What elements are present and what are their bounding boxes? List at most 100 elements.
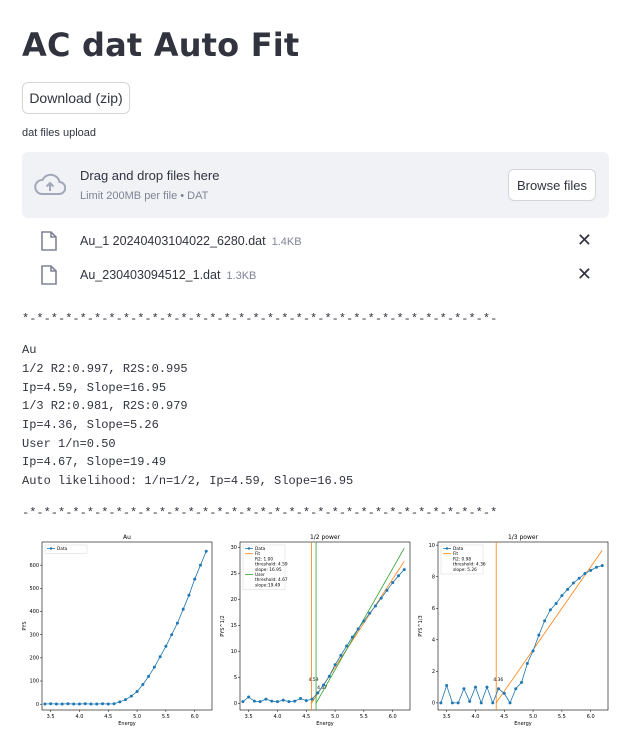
data-point (548, 608, 552, 612)
data-point (594, 565, 598, 569)
data-point (135, 689, 139, 693)
data-point (520, 680, 524, 684)
data-point (198, 563, 202, 567)
remove-file-close-icon[interactable]: ✕ (577, 264, 592, 285)
data-point (187, 593, 191, 597)
file-dropzone[interactable]: Drag and drop files here Limit 200MB per… (22, 152, 609, 218)
legend-entry: Fit (453, 551, 458, 557)
y-tick-label: 4 (432, 638, 435, 644)
x-tick-label: 5.5 (558, 714, 566, 720)
data-point (299, 697, 303, 701)
data-point (316, 691, 320, 695)
result-line-user-ip: Ip=4.67, Slope=19.49 (22, 455, 167, 469)
y-tick-label: 6 (432, 606, 435, 612)
y-tick-label: 0 (234, 701, 237, 707)
plot-au: Au 3.5 4.0 4.5 5.0 5.5 6.0 0 100 200 300 400 500 600 E… (22, 532, 216, 732)
data-point (152, 665, 156, 669)
data-point (129, 694, 133, 698)
plot-au-svg: Au 3.5 4.0 4.5 5.0 5.5 6.0 0 100 200 300 400 500 600 E… (22, 534, 213, 727)
data-series-line (44, 551, 207, 705)
remove-file-close-icon[interactable]: ✕ (577, 230, 592, 251)
threshold-annotation: 4.59 (308, 677, 318, 683)
download-zip-button[interactable]: Download (zip) (22, 82, 130, 114)
data-point (270, 699, 274, 703)
data-point (66, 702, 70, 706)
data-point (252, 699, 256, 703)
x-tick-label: 5.5 (360, 714, 368, 720)
data-point (450, 701, 454, 705)
data-point (439, 701, 443, 705)
data-point (462, 687, 466, 691)
data-point (112, 702, 116, 706)
data-point (345, 644, 349, 648)
data-point (204, 549, 208, 553)
data-point (339, 653, 343, 657)
data-point (175, 621, 179, 625)
data-point (287, 700, 291, 704)
legend-entry: Data (255, 546, 266, 552)
threshold-annotation: 4.36 (493, 677, 503, 683)
legend-entry: slope:19.49 (255, 582, 280, 588)
data-point (491, 701, 495, 705)
y-axis-label: PYS^1/3 (418, 615, 424, 636)
x-tick-label: 5.0 (331, 714, 339, 720)
legend-entry: threshold: 4.36 (453, 562, 486, 568)
data-point (566, 587, 570, 591)
y-tick-label: 100 (29, 679, 39, 685)
data-point (402, 568, 406, 572)
data-point (241, 700, 245, 704)
data-point (589, 568, 593, 572)
chart-title: 1/2 power (310, 534, 341, 541)
data-point (396, 574, 400, 578)
data-point (95, 702, 99, 706)
y-tick-label: 20 (231, 597, 237, 603)
result-line-auto: Auto likelihood: 1/n=1/2, Ip=4.59, Slope… (22, 474, 354, 488)
x-tick-label: 3.5 (245, 714, 253, 720)
y-axis-label: PYS (22, 621, 28, 630)
y-tick-label: 25 (231, 571, 237, 577)
plot-half-power-svg: 1/2 power 3.5 4.0 4.5 5.0 5.5 6.0 0 5 10 15 20 25 30 E… (220, 534, 411, 727)
data-point (543, 619, 547, 623)
x-tick-label: 5.0 (529, 714, 537, 720)
y-tick-label: 0 (432, 701, 435, 707)
legend-entry: slope: 5.26 (453, 567, 477, 573)
separator-bottom: -*-*-*-*-*-*-*-*-*-*-*-*-*-*-*-*-*-*-*-*… (22, 506, 498, 520)
y-tick-label: 300 (29, 632, 39, 638)
legend-marker (445, 547, 449, 550)
y-tick-label: 2 (432, 669, 435, 675)
data-point (258, 700, 262, 704)
legend-entry: R2: 0.98 (453, 556, 471, 562)
x-tick-label: 5.0 (133, 714, 141, 720)
data-point (124, 698, 128, 702)
data-point (560, 594, 564, 598)
data-point (473, 685, 477, 689)
file-name: Au_1 20240403104022_6280.dat (80, 234, 266, 248)
page-title: AC dat Auto Fit (22, 26, 300, 64)
result-line-element: Au (22, 343, 37, 357)
file-name: Au_230403094512_1.dat (80, 268, 221, 282)
chart-title: Au (123, 534, 131, 541)
data-point (379, 596, 383, 600)
x-tick-label: 4.0 (273, 714, 281, 720)
plot-frame (41, 541, 213, 711)
result-line-half-r2: 1/2 R2:0.997, R2S:0.995 (22, 362, 188, 376)
data-point (333, 663, 337, 667)
legend-entry: User (255, 572, 265, 578)
data-point (531, 649, 535, 653)
data-point (141, 683, 145, 687)
x-tick-label: 6.0 (587, 714, 595, 720)
plot-half-power: 1/2 power 3.5 4.0 4.5 5.0 5.5 6.0 0 5 10 15 20 25 30 E… (220, 532, 414, 732)
legend-marker (49, 547, 53, 550)
data-point (54, 702, 58, 706)
legend-entry: Data (453, 546, 464, 552)
x-tick-label: 4.0 (75, 714, 83, 720)
result-line-third-ip: Ip=4.36, Slope=5.26 (22, 418, 159, 432)
data-point (118, 700, 122, 704)
plot-third-power-svg: 1/3 power 3.5 4.0 4.5 5.0 5.5 6.0 0 2 4 6 8 10 Energy… (418, 534, 609, 727)
browse-files-button[interactable]: Browse files (508, 169, 596, 201)
data-point (514, 687, 518, 691)
y-tick-label: 8 (432, 574, 435, 580)
x-tick-label: 4.0 (471, 714, 479, 720)
y-tick-label: 15 (231, 623, 237, 629)
data-point (49, 702, 53, 706)
